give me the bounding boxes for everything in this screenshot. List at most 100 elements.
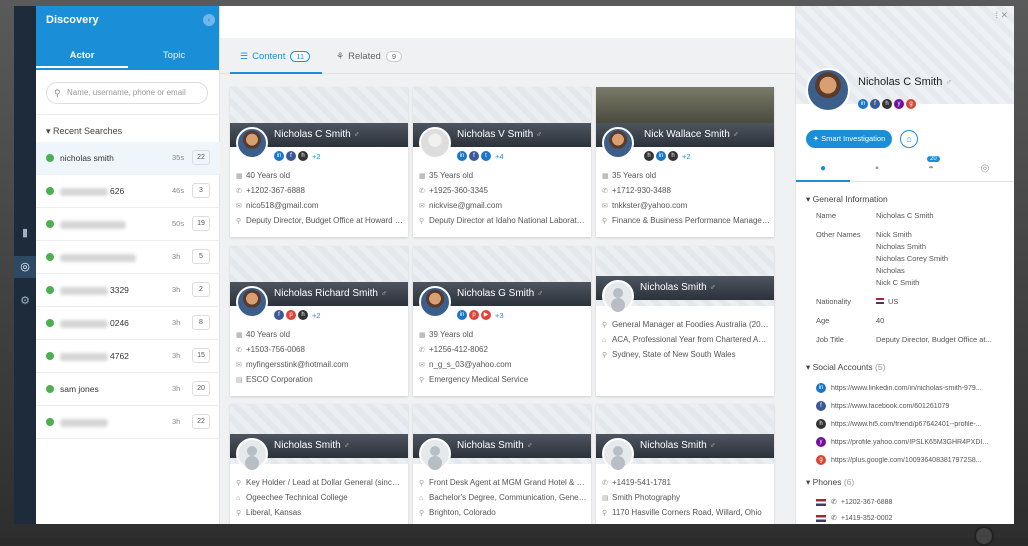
linkedin-icon[interactable]: in [656, 151, 666, 161]
more-accounts[interactable]: +4 [495, 152, 504, 161]
social-account-row[interactable]: f https://www.facebook.com/601261079 [796, 397, 1014, 415]
card-name: Nicholas Smith ♂ [640, 440, 716, 451]
card-name: Nicholas Richard Smith ♂ [274, 288, 387, 299]
hi5-icon[interactable]: h [668, 151, 678, 161]
phone-row[interactable]: ✆ +1419-352-0002 [796, 510, 1014, 524]
tab-more[interactable]: ◎ [958, 163, 1012, 174]
item-time: 3h [172, 417, 181, 426]
search-input[interactable]: ⚲ Name, username, phone or email [46, 82, 208, 104]
tab-posts[interactable]: ▪ [850, 163, 904, 174]
yahoo-icon[interactable]: y [894, 99, 904, 109]
discovery-sidebar: Discovery ‹ Actor Topic ⚲ Name, username… [36, 6, 220, 524]
calendar-icon: ▦ [602, 173, 609, 180]
card-phone-text: +1419-541-1781 [612, 478, 671, 487]
linkedin-icon[interactable]: in [457, 310, 467, 320]
us-flag-icon [816, 514, 826, 522]
smart-investigation-label: Smart Investigation [821, 134, 886, 143]
list-item[interactable]: 3h 22 [36, 406, 220, 439]
list-item[interactable]: nicholas smith 35s 22 [36, 142, 220, 175]
list-item[interactable]: 3h 5 [36, 241, 220, 274]
facebook-icon[interactable]: f [870, 99, 880, 109]
social-icons: h in h +2 [644, 151, 691, 161]
profile-card[interactable]: Nick Wallace Smith ♂ h in h +2 ▦ 35 Years old… [596, 87, 774, 237]
yahoo-icon: y [816, 437, 826, 447]
linkedin-icon[interactable]: in [457, 151, 467, 161]
social-account-row[interactable]: y https://profile.yahoo.com/IPSLK65M3GHR4… [796, 433, 1014, 451]
item-name: 3329 [60, 285, 129, 295]
card-email-text: myfingersstink@hotmail.com [246, 360, 349, 369]
tab-info[interactable]: ● [796, 163, 850, 174]
profile-card[interactable]: Nicholas Richard Smith ♂ f p h +2 ▦ 40 Years … [230, 246, 408, 396]
recent-searches-heading[interactable]: ▾ Recent Searches [46, 126, 122, 137]
general-info-heading[interactable]: ▾ General Information [796, 190, 1014, 211]
profile-card[interactable]: Nicholas C Smith ♂ in f h +2 ▦ 40 Years old ✆… [230, 87, 408, 237]
more-accounts[interactable]: +3 [495, 311, 504, 320]
list-item[interactable]: sam jones 3h 20 [36, 373, 220, 406]
card-email: ✉ n_g_s_03@yahoo.com [419, 360, 587, 375]
status-dot [46, 187, 54, 195]
settings-icon[interactable]: ⚙ [14, 290, 36, 312]
more-accounts[interactable]: +2 [682, 152, 691, 161]
list-item[interactable]: 626 46s 3 [36, 175, 220, 208]
card-name: Nicholas Smith ♂ [640, 282, 716, 293]
social-accounts-heading[interactable]: ▾ Social Accounts (5) [796, 354, 1014, 379]
social-account-row[interactable]: in https://www.linkedin.com/in/nicholas-s… [796, 379, 1014, 397]
tab-actor[interactable]: Actor [36, 50, 128, 68]
item-count: 15 [192, 348, 210, 363]
window-controls[interactable]: ⁞ ✕ [995, 10, 1008, 21]
linkedin-icon[interactable]: in [858, 99, 868, 109]
tab-network[interactable]: ◓ [904, 163, 958, 174]
smart-investigation-button[interactable]: ✦ Smart Investigation [806, 130, 892, 148]
bookmark-button[interactable]: ⌂ [900, 130, 918, 148]
tab-related[interactable]: ⚘ Related 9 [336, 51, 402, 62]
hi5-icon[interactable]: h [882, 99, 892, 109]
tab-count-badge: 20 [927, 156, 940, 162]
card-details: ▦ 35 Years old ✆ +1925-360-3345 ✉ nickvise@… [419, 171, 587, 231]
more-accounts[interactable]: +2 [312, 152, 321, 161]
social-account-row[interactable]: h https://www.hi5.com/friend/p67642401--p… [796, 415, 1014, 433]
hi5-icon[interactable]: h [298, 310, 308, 320]
profile-card[interactable]: Nicholas Smith ♂ ⚲ Front Desk Agent at MGM… [413, 404, 591, 524]
item-name-text: 3329 [110, 285, 129, 295]
more-accounts[interactable]: +2 [312, 311, 321, 320]
compass-icon[interactable]: ◎ [14, 256, 36, 278]
list-item[interactable]: 50s 19 [36, 208, 220, 241]
phone-row[interactable]: ✆ +1202-367-6888 [796, 494, 1014, 510]
analytics-icon[interactable]: ▮ [14, 222, 36, 244]
job-icon: ⚲ [419, 480, 425, 487]
list-item[interactable]: 3329 3h 2 [36, 274, 220, 307]
male-icon: ♂ [343, 441, 350, 450]
youtube-icon[interactable]: ▶ [481, 310, 491, 320]
card-age: ▦ 40 Years old [236, 171, 404, 186]
profile-card[interactable]: Nicholas G Smith ♂ in p ▶ +3 ▦ 39 Years old ✆… [413, 246, 591, 396]
job-icon: ⚲ [419, 218, 425, 225]
facebook-icon[interactable]: f [469, 151, 479, 161]
twitter-icon[interactable]: t [481, 151, 491, 161]
collapse-icon[interactable]: ‹ [203, 14, 215, 26]
tab-topic[interactable]: Topic [128, 50, 220, 61]
pinterest-icon[interactable]: p [286, 310, 296, 320]
item-time: 50s [172, 219, 185, 228]
profile-card[interactable]: Nicholas Smith ♂ ⚲ General Manager at Food… [596, 246, 774, 396]
card-job-text: ESCO Corporation [246, 375, 313, 384]
list-item[interactable]: 4762 3h 15 [36, 340, 220, 373]
linkedin-icon[interactable]: in [274, 151, 284, 161]
phones-heading[interactable]: ▾ Phones (6) [796, 469, 1014, 494]
profile-card[interactable]: Nicholas V Smith ♂ in f t +4 ▦ 35 Years old ✆… [413, 87, 591, 237]
hi5-icon[interactable]: h [298, 151, 308, 161]
list-icon: ☰ [240, 51, 249, 61]
list-item[interactable]: 0246 3h 8 [36, 307, 220, 340]
social-account-row[interactable]: g https://plus.google.com/100936408381797… [796, 451, 1014, 469]
facebook-icon[interactable]: f [286, 151, 296, 161]
email-icon: ✉ [236, 203, 242, 210]
tab-content[interactable]: ☰ Content 11 [240, 51, 311, 62]
profile-card[interactable]: Nicholas Smith ♂ ⚲ Key Holder / Lead at Do… [230, 404, 408, 524]
googleplus-icon[interactable]: g [906, 99, 916, 109]
facebook-icon[interactable]: f [274, 310, 284, 320]
hi5-icon[interactable]: h [644, 151, 654, 161]
profile-card[interactable]: Nicholas Smith ♂ ✆ +1419-541-1781 ▤ Smith P… [596, 404, 774, 524]
pinterest-icon[interactable]: p [469, 310, 479, 320]
card-details: ▦ 40 Years old ✆ +1202-367-6888 ✉ nico518@g… [236, 171, 404, 231]
facebook-icon: f [816, 401, 826, 411]
social-icons: in p ▶ +3 [457, 310, 504, 320]
